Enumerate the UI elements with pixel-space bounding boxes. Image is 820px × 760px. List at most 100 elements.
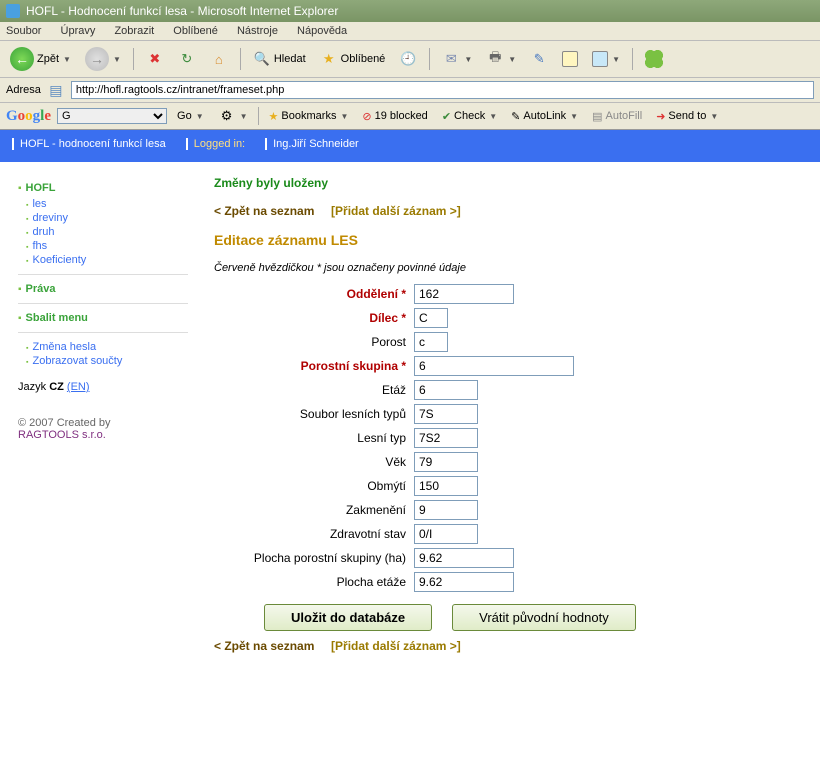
input-dilec[interactable] xyxy=(414,308,448,328)
research-button[interactable]: ▼ xyxy=(588,49,624,69)
navline-top: < Zpět na seznam [Přidat další záznam >] xyxy=(214,204,806,218)
history-icon: 🕘 xyxy=(399,50,417,68)
google-settings-button[interactable]: ⚙▼ xyxy=(214,106,252,126)
back-icon: ← xyxy=(10,47,34,71)
icq-button[interactable] xyxy=(641,48,667,70)
sidebar-item-fhs[interactable]: fhs xyxy=(26,240,188,252)
input-lesni-typ[interactable] xyxy=(414,428,478,448)
history-button[interactable]: 🕘 xyxy=(395,48,421,70)
label-zakmeneni: Zakmenění xyxy=(214,503,414,517)
input-plocha-skupiny[interactable] xyxy=(414,548,514,568)
back-button[interactable]: ← Zpět ▼ xyxy=(6,45,75,73)
edit-button[interactable]: ✎ xyxy=(526,48,552,70)
favorites-button[interactable]: ★ Oblíbené xyxy=(316,48,390,70)
label-dilec: Dílec * xyxy=(214,311,414,325)
google-bookmarks-button[interactable]: ★ Bookmarks▼ xyxy=(265,109,353,124)
sidebar-item-zmena-hesla[interactable]: Změna hesla xyxy=(26,341,188,353)
mail-icon: ✉ xyxy=(442,50,460,68)
google-autofill-button[interactable]: ▤ AutoFill xyxy=(588,109,646,124)
sidebar-item-koeficienty[interactable]: Koeficienty xyxy=(26,254,188,266)
app-bar: HOFL - hodnocení funkcí lesa Logged in: … xyxy=(0,130,820,162)
back-label: Zpět xyxy=(37,53,59,65)
address-input[interactable] xyxy=(71,81,814,99)
address-bar: Adresa ▤ xyxy=(0,78,820,103)
research-icon xyxy=(592,51,608,67)
forward-button[interactable]: → ▼ xyxy=(81,45,125,73)
label-porost: Porost xyxy=(214,335,414,349)
input-vek[interactable] xyxy=(414,452,478,472)
save-button[interactable]: Uložit do databáze xyxy=(264,604,432,631)
back-to-list-link-bottom[interactable]: < Zpět na seznam xyxy=(214,639,314,653)
google-autolink-button[interactable]: ✎ AutoLink▼ xyxy=(507,109,582,124)
sidebar-item-dreviny[interactable]: dreviny xyxy=(26,212,188,224)
home-icon: ⌂ xyxy=(210,50,228,68)
messenger-button[interactable] xyxy=(558,49,582,69)
sidebar-item-zobrazovat-soucty[interactable]: Zobrazovat součty xyxy=(26,355,188,367)
menu-napoveda[interactable]: Nápověda xyxy=(297,25,347,37)
label-porostni-skupina: Porostní skupina * xyxy=(214,359,414,373)
sidebar-item-les[interactable]: les xyxy=(26,198,188,210)
sidebar-item-druh[interactable]: druh xyxy=(26,226,188,238)
google-logo: Google xyxy=(6,108,51,125)
browser-toolbar: ← Zpět ▼ → ▼ ✖ ↻ ⌂ 🔍 Hledat ★ Oblíbené 🕘… xyxy=(0,41,820,78)
credit-prefix: © 2007 Created by xyxy=(18,417,111,429)
chevron-down-icon: ▼ xyxy=(63,55,71,64)
google-check-button[interactable]: ✔ Check▼ xyxy=(438,109,501,124)
google-sendto-button[interactable]: ➜ Send to▼ xyxy=(652,109,722,124)
input-porost[interactable] xyxy=(414,332,448,352)
messenger-icon xyxy=(562,51,578,67)
home-button[interactable]: ⌂ xyxy=(206,48,232,70)
google-blocked-button[interactable]: ⊘ 19 blocked xyxy=(358,109,431,124)
main: Změny byly uloženy < Zpět na seznam [Při… xyxy=(200,162,820,722)
input-porostni-skupina[interactable] xyxy=(414,356,574,376)
menubar: Soubor Úpravy Zobrazit Oblíbené Nástroje… xyxy=(0,22,820,41)
print-icon: 🖶 xyxy=(486,50,504,68)
credit: © 2007 Created by RAGTOOLS s.r.o. xyxy=(18,417,188,441)
add-record-link[interactable]: [Přidat další záznam >] xyxy=(331,204,461,218)
autofill-icon: ▤ xyxy=(592,110,602,123)
window-title: HOFL - Hodnocení funkcí lesa - Microsoft… xyxy=(26,4,338,18)
mail-button[interactable]: ✉▼ xyxy=(438,48,476,70)
menu-nastroje[interactable]: Nástroje xyxy=(237,25,278,37)
sidebar-head-sbalit[interactable]: Sbalit menu xyxy=(18,312,188,324)
add-record-link-bottom[interactable]: [Přidat další záznam >] xyxy=(331,639,461,653)
logged-in-label: Logged in: xyxy=(186,138,245,150)
form-title: Editace záznamu LES xyxy=(214,232,806,248)
input-zakmeneni[interactable] xyxy=(414,500,478,520)
sidebar-head-hofl[interactable]: HOFL xyxy=(18,182,188,194)
sidebar: HOFL les dreviny druh fhs Koeficienty Pr… xyxy=(0,162,200,722)
input-zdravotni-stav[interactable] xyxy=(414,524,478,544)
saved-message: Změny byly uloženy xyxy=(214,176,806,190)
sidebar-head-prava[interactable]: Práva xyxy=(18,283,188,295)
logged-in-user: Ing.Jiří Schneider xyxy=(265,138,359,150)
navline-bottom: < Zpět na seznam [Přidat další záznam >] xyxy=(214,639,806,653)
print-button[interactable]: 🖶▼ xyxy=(482,48,520,70)
search-label: Hledat xyxy=(274,53,306,65)
lang-current: CZ xyxy=(49,381,64,393)
menu-upravy[interactable]: Úpravy xyxy=(61,25,96,37)
menu-soubor[interactable]: Soubor xyxy=(6,25,41,37)
forward-icon: → xyxy=(85,47,109,71)
search-button[interactable]: 🔍 Hledat xyxy=(249,48,310,70)
google-go-button[interactable]: Go▼ xyxy=(173,109,208,123)
input-soubor-lesnich-typu[interactable] xyxy=(414,404,478,424)
menu-zobrazit[interactable]: Zobrazit xyxy=(114,25,154,37)
label-plocha-etaze: Plocha etáže xyxy=(214,575,414,589)
refresh-button[interactable]: ↻ xyxy=(174,48,200,70)
reset-button[interactable]: Vrátit původní hodnoty xyxy=(452,604,636,631)
blocked-icon: ⊘ xyxy=(362,110,371,123)
stop-button[interactable]: ✖ xyxy=(142,48,168,70)
input-plocha-etaze[interactable] xyxy=(414,572,514,592)
refresh-icon: ↻ xyxy=(178,50,196,68)
back-to-list-link[interactable]: < Zpět na seznam xyxy=(214,204,314,218)
label-zdravotni-stav: Zdravotní stav xyxy=(214,527,414,541)
input-obmyti[interactable] xyxy=(414,476,478,496)
input-oddeleni[interactable] xyxy=(414,284,514,304)
google-search-select[interactable]: G xyxy=(57,108,167,124)
credit-link[interactable]: RAGTOOLS s.r.o. xyxy=(18,429,106,441)
lang-alt-link[interactable]: (EN) xyxy=(67,381,90,393)
label-plocha-skupiny: Plocha porostní skupiny (ha) xyxy=(214,551,414,565)
search-icon: 🔍 xyxy=(253,50,271,68)
menu-oblibene[interactable]: Oblíbené xyxy=(173,25,218,37)
input-etaz[interactable] xyxy=(414,380,478,400)
